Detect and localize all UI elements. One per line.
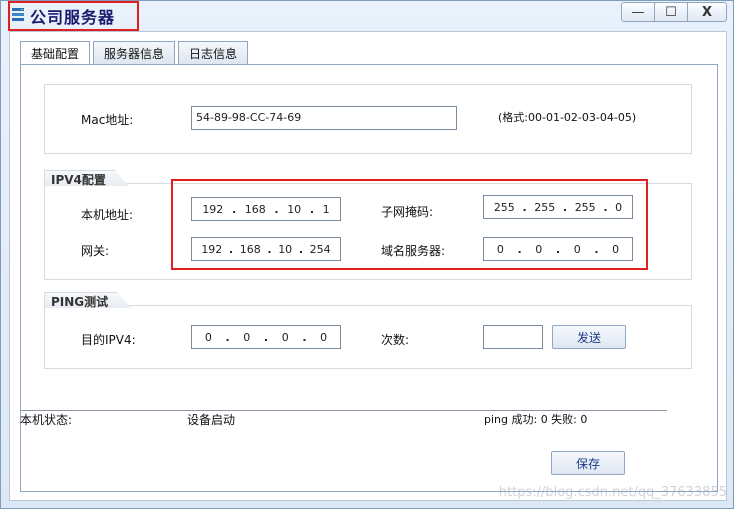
watermark: https://blog.csdn.net/qq_37633855 <box>498 485 727 500</box>
mac-address-field[interactable]: 54-89-98-CC-74-69 <box>191 106 457 130</box>
ping-count-field[interactable] <box>483 325 543 349</box>
maximize-button[interactable]: ☐ <box>654 2 688 22</box>
close-button[interactable]: X <box>687 2 727 22</box>
gateway-label: 网关: <box>81 244 110 258</box>
local-ip-label: 本机地址: <box>81 208 134 222</box>
ping-target-field[interactable]: 0. 0. 0. 0 <box>191 325 341 349</box>
tab-bar: 基础配置 服务器信息 日志信息 <box>20 41 251 65</box>
mac-label: Mac地址: <box>81 113 134 127</box>
mac-group: Mac地址: 54-89-98-CC-74-69 (格式:00-01-02-03… <box>44 84 692 154</box>
ping-target-octet-3: 0 <box>281 330 289 344</box>
ipv4-group: IPV4配置 本机地址: 192. 168. 10. 1 网关: 192. 16… <box>44 183 692 280</box>
client-area: 基础配置 服务器信息 日志信息 Mac地址: 54-89-98-CC-74-69… <box>9 31 727 501</box>
send-button[interactable]: 发送 <box>552 325 626 349</box>
basic-config-panel: Mac地址: 54-89-98-CC-74-69 (格式:00-01-02-03… <box>20 64 718 492</box>
mac-format-hint: (格式:00-01-02-03-04-05) <box>498 111 637 124</box>
ping-target-octet-4: 0 <box>320 330 328 344</box>
ping-caption: PING测试 <box>44 292 131 308</box>
status-value: 设备启动 <box>187 413 236 427</box>
ping-count-label: 次数: <box>381 333 410 347</box>
ping-group: PING测试 目的IPV4: 0. 0. 0. 0 次数: 发送 <box>44 305 692 369</box>
ping-target-octet-2: 0 <box>243 330 251 344</box>
ipv4-caption: IPV4配置 <box>44 170 129 186</box>
app-window: 公司服务器 — ☐ X 基础配置 服务器信息 日志信息 Mac地址: 54-89… <box>0 0 734 509</box>
ping-target-octet-1: 0 <box>204 330 212 344</box>
ping-target-label: 目的IPV4: <box>81 333 136 347</box>
title-bar[interactable]: 公司服务器 — ☐ X <box>1 1 733 31</box>
title-highlight-box <box>8 1 139 31</box>
ping-result: ping 成功: 0 失败: 0 <box>484 413 588 426</box>
mac-address-value: 54-89-98-CC-74-69 <box>196 111 302 124</box>
save-button[interactable]: 保存 <box>551 451 625 475</box>
tab-basic-config[interactable]: 基础配置 <box>20 41 91 65</box>
tab-server-info[interactable]: 服务器信息 <box>93 41 176 64</box>
status-label: 本机状态: <box>20 413 73 427</box>
minimize-button[interactable]: — <box>621 2 655 22</box>
window-controls: — ☐ X <box>621 2 727 22</box>
tab-log-info[interactable]: 日志信息 <box>178 41 249 64</box>
ipv4-highlight-box <box>171 179 648 270</box>
status-separator <box>21 410 667 411</box>
